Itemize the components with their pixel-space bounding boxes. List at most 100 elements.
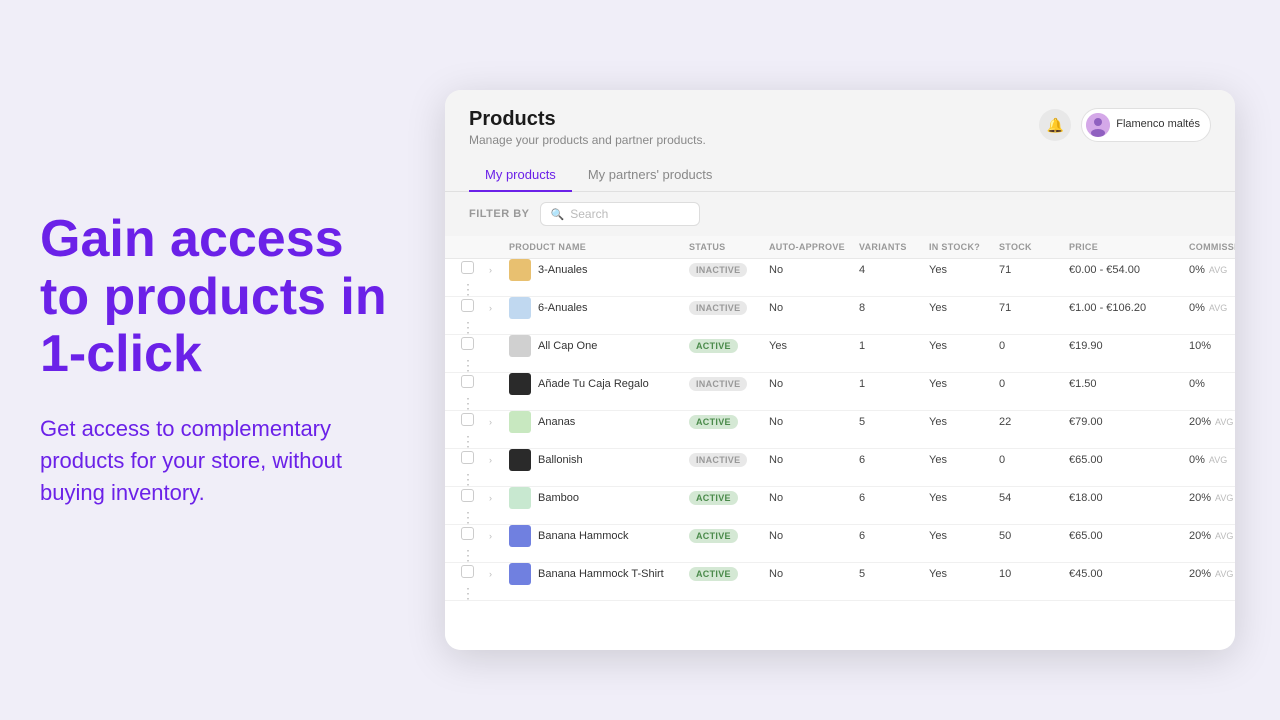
row-expand-icon[interactable]: › — [489, 569, 509, 579]
row-auto-approve: No — [769, 416, 859, 428]
row-price: €65.00 — [1069, 530, 1189, 542]
row-commission: 20% AVG — [1189, 568, 1235, 580]
table-row: › 3-Anuales INACTIVE No 4 Yes 71 €0.00 -… — [445, 259, 1235, 297]
row-variants: 5 — [859, 568, 929, 580]
tabs-row: My products My partners' products — [445, 147, 1235, 192]
row-product-name: 6-Anuales — [509, 297, 689, 319]
row-more-icon[interactable]: ⋮ — [461, 281, 489, 298]
row-status: ACTIVE — [689, 530, 769, 542]
row-auto-approve: No — [769, 302, 859, 314]
row-auto-approve: No — [769, 568, 859, 580]
table-header: PRODUCT NAME STATUS AUTO-APPROVE VARIANT… — [445, 236, 1235, 259]
row-variants: 4 — [859, 264, 929, 276]
row-more-icon[interactable]: ⋮ — [461, 471, 489, 488]
row-commission: 0% AVG — [1189, 454, 1235, 466]
table-body: › 3-Anuales INACTIVE No 4 Yes 71 €0.00 -… — [445, 259, 1235, 601]
row-in-stock: Yes — [929, 302, 999, 314]
th-commission: COMMISSION — [1189, 242, 1235, 252]
user-badge[interactable]: Flamenco maltés — [1081, 108, 1211, 142]
row-checkbox[interactable] — [461, 451, 489, 469]
row-expand-icon[interactable]: › — [489, 455, 509, 465]
row-in-stock: Yes — [929, 492, 999, 504]
page-subtitle: Manage your products and partner product… — [469, 133, 706, 147]
row-status: INACTIVE — [689, 378, 769, 390]
row-commission: 0% AVG — [1189, 264, 1235, 276]
product-thumbnail — [509, 563, 531, 585]
row-variants: 8 — [859, 302, 929, 314]
row-checkbox[interactable] — [461, 261, 489, 279]
th-status: STATUS — [689, 242, 769, 252]
th-price: PRICE — [1069, 242, 1189, 252]
filter-row: FILTER BY 🔍 Search — [445, 192, 1235, 236]
row-commission: 20% AVG — [1189, 492, 1235, 504]
search-icon: 🔍 — [551, 208, 565, 221]
product-thumbnail — [509, 259, 531, 281]
row-checkbox[interactable] — [461, 489, 489, 507]
th-auto-approve: AUTO-APPROVE — [769, 242, 859, 252]
product-thumbnail — [509, 335, 531, 357]
row-more-icon[interactable]: ⋮ — [461, 433, 489, 450]
row-variants: 6 — [859, 454, 929, 466]
row-expand-icon[interactable]: › — [489, 493, 509, 503]
row-expand-icon[interactable]: › — [489, 417, 509, 427]
table-row: › Banana Hammock ACTIVE No 6 Yes 50 €65.… — [445, 525, 1235, 563]
row-more-icon[interactable]: ⋮ — [461, 509, 489, 526]
row-more-icon[interactable]: ⋮ — [461, 319, 489, 336]
row-checkbox[interactable] — [461, 527, 489, 545]
row-stock: 54 — [999, 492, 1069, 504]
app-window: Products Manage your products and partne… — [445, 90, 1235, 650]
sub-text: Get access to complementary products for… — [40, 413, 390, 509]
row-checkbox[interactable] — [461, 337, 489, 355]
row-status: ACTIVE — [689, 492, 769, 504]
row-checkbox[interactable] — [461, 413, 489, 431]
table-row: › Bamboo ACTIVE No 6 Yes 54 €18.00 20% A… — [445, 487, 1235, 525]
row-stock: 71 — [999, 302, 1069, 314]
product-thumbnail — [509, 449, 531, 471]
row-more-icon[interactable]: ⋮ — [461, 547, 489, 564]
product-thumbnail — [509, 297, 531, 319]
row-more-icon[interactable]: ⋮ — [461, 395, 489, 412]
row-status: INACTIVE — [689, 302, 769, 314]
row-auto-approve: No — [769, 378, 859, 390]
header-actions: 🔔 Flamenco maltés — [1039, 108, 1211, 142]
table-row: › Ananas ACTIVE No 5 Yes 22 €79.00 20% A… — [445, 411, 1235, 449]
row-price: €0.00 - €54.00 — [1069, 264, 1189, 276]
row-checkbox[interactable] — [461, 565, 489, 583]
row-variants: 6 — [859, 492, 929, 504]
row-commission: 0% — [1189, 378, 1235, 390]
row-price: €79.00 — [1069, 416, 1189, 428]
row-commission: 0% AVG — [1189, 302, 1235, 314]
row-in-stock: Yes — [929, 340, 999, 352]
bell-button[interactable]: 🔔 — [1039, 109, 1071, 141]
row-price: €1.50 — [1069, 378, 1189, 390]
row-more-icon[interactable]: ⋮ — [461, 357, 489, 374]
tab-partner-products[interactable]: My partners' products — [572, 159, 729, 192]
row-in-stock: Yes — [929, 530, 999, 542]
row-price: €19.90 — [1069, 340, 1189, 352]
row-auto-approve: No — [769, 492, 859, 504]
row-checkbox[interactable] — [461, 299, 489, 317]
row-auto-approve: No — [769, 530, 859, 542]
row-stock: 50 — [999, 530, 1069, 542]
row-checkbox[interactable] — [461, 375, 489, 393]
product-thumbnail — [509, 411, 531, 433]
row-in-stock: Yes — [929, 454, 999, 466]
row-variants: 5 — [859, 416, 929, 428]
window-title-area: Products Manage your products and partne… — [469, 108, 706, 147]
search-input-wrapper[interactable]: 🔍 Search — [540, 202, 700, 226]
user-name: Flamenco maltés — [1116, 118, 1200, 131]
row-expand-icon[interactable]: › — [489, 303, 509, 313]
row-status: INACTIVE — [689, 454, 769, 466]
row-expand-icon[interactable]: › — [489, 531, 509, 541]
row-commission: 20% AVG — [1189, 416, 1235, 428]
row-stock: 0 — [999, 454, 1069, 466]
row-status: ACTIVE — [689, 568, 769, 580]
window-header: Products Manage your products and partne… — [445, 90, 1235, 147]
row-expand-icon[interactable]: › — [489, 265, 509, 275]
row-more-icon[interactable]: ⋮ — [461, 585, 489, 602]
tab-my-products[interactable]: My products — [469, 159, 572, 192]
row-auto-approve: No — [769, 454, 859, 466]
row-price: €45.00 — [1069, 568, 1189, 580]
table-row: › 6-Anuales INACTIVE No 8 Yes 71 €1.00 -… — [445, 297, 1235, 335]
products-table: PRODUCT NAME STATUS AUTO-APPROVE VARIANT… — [445, 236, 1235, 650]
